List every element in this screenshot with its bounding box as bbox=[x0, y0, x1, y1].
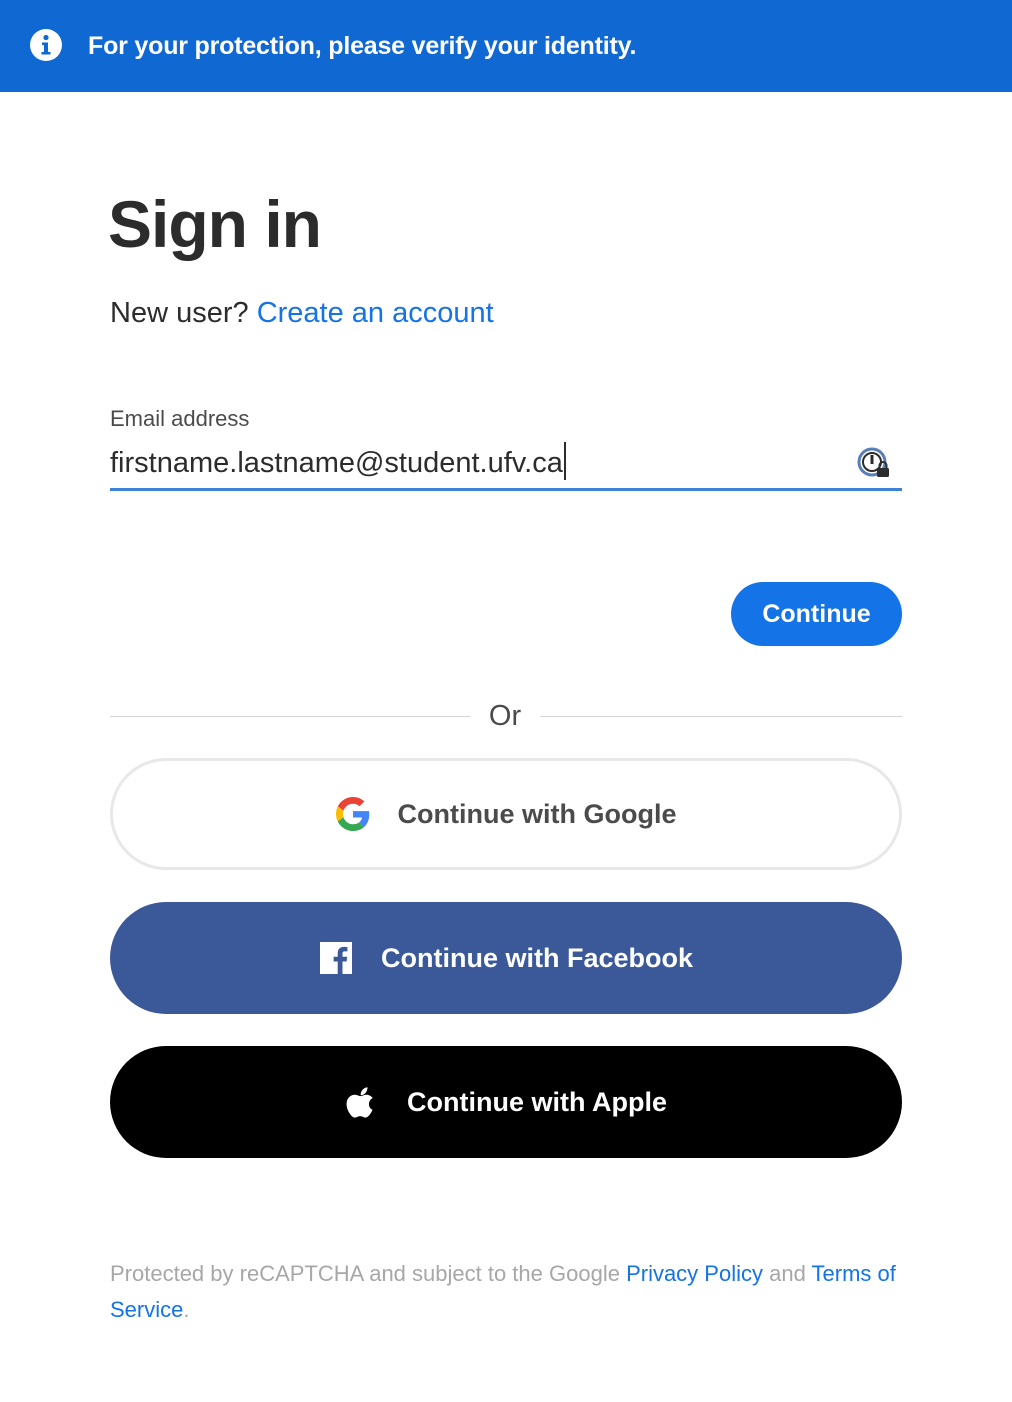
new-user-prompt: New user? bbox=[110, 297, 249, 329]
email-value: firstname.lastname@student.ufv.ca bbox=[110, 447, 563, 479]
divider-line-left bbox=[110, 716, 470, 717]
google-g-icon bbox=[335, 797, 369, 831]
email-label: Email address bbox=[110, 406, 250, 431]
page-title: Sign in bbox=[108, 187, 322, 261]
password-manager-key-icon[interactable] bbox=[856, 444, 894, 482]
apple-button-label: Continue with Apple bbox=[407, 1086, 667, 1117]
verification-banner: For your protection, please verify your … bbox=[0, 0, 1012, 92]
divider-line-right bbox=[540, 716, 902, 717]
create-account-link[interactable]: Create an account bbox=[257, 297, 494, 329]
facebook-button-label: Continue with Facebook bbox=[380, 942, 693, 973]
recaptcha-text: Protected by reCAPTCHA and subject to th… bbox=[110, 1261, 627, 1286]
recaptcha-notice: Protected by reCAPTCHA and subject to th… bbox=[110, 1256, 910, 1328]
new-user-row: New user? Create an account bbox=[110, 294, 494, 332]
email-input[interactable]: firstname.lastname@student.ufv.ca bbox=[110, 442, 566, 483]
apple-logo-icon bbox=[346, 1087, 373, 1118]
continue-with-apple-button[interactable]: Continue with Apple bbox=[110, 1046, 902, 1158]
continue-button[interactable]: Continue bbox=[731, 582, 902, 646]
recaptcha-period: . bbox=[183, 1297, 190, 1322]
continue-with-facebook-button[interactable]: Continue with Facebook bbox=[110, 902, 902, 1014]
email-field[interactable]: firstname.lastname@student.ufv.ca bbox=[110, 438, 902, 491]
continue-with-google-button[interactable]: Continue with Google bbox=[110, 758, 902, 870]
info-icon bbox=[30, 29, 62, 61]
text-caret bbox=[563, 442, 566, 480]
facebook-f-icon bbox=[319, 942, 352, 974]
banner-message: For your protection, please verify your … bbox=[88, 32, 637, 60]
google-button-label: Continue with Google bbox=[397, 798, 677, 829]
divider-or-label: Or bbox=[488, 700, 522, 732]
privacy-policy-link[interactable]: Privacy Policy bbox=[626, 1261, 763, 1286]
recaptcha-and-text: and bbox=[762, 1261, 812, 1286]
